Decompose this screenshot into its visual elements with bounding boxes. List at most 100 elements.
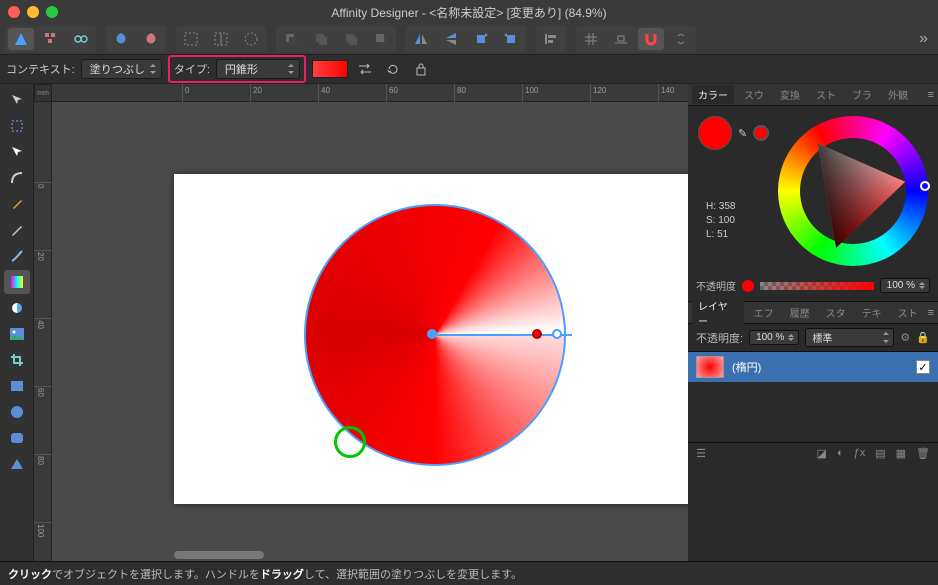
- view-option-3-icon[interactable]: [238, 28, 264, 50]
- aspect-lock-icon[interactable]: [410, 59, 432, 79]
- fx-icon[interactable]: ƒx: [854, 447, 866, 460]
- view-options-group: [176, 26, 266, 52]
- move-back-icon[interactable]: [278, 28, 304, 50]
- tab-stroke[interactable]: スト: [810, 85, 842, 104]
- fill-swatch[interactable]: [698, 116, 732, 150]
- gradient-center-grip[interactable]: [427, 329, 437, 339]
- persona-group: [6, 26, 96, 52]
- move-backward-icon[interactable]: [308, 28, 334, 50]
- layers-footer: ☰ ◪ ◐ ƒx ▤ ▦ 🗑: [688, 442, 938, 464]
- snap-dropdown-icon[interactable]: [668, 28, 694, 50]
- export-persona-icon[interactable]: [68, 28, 94, 50]
- color-wheel[interactable]: [778, 116, 928, 266]
- layers-stack-icon[interactable]: ☰: [696, 447, 706, 460]
- tab-stock[interactable]: スト: [892, 303, 924, 322]
- brush-tool[interactable]: [4, 244, 30, 268]
- toolbar-overflow-icon[interactable]: »: [919, 30, 928, 48]
- color-panel-body: ✎ H: 358 S: 100 L: 51: [688, 106, 938, 276]
- group-layer-icon[interactable]: ▦: [896, 447, 906, 460]
- trash-icon[interactable]: 🗑: [916, 447, 930, 460]
- tab-brush[interactable]: ブラ: [846, 85, 878, 104]
- tab-history[interactable]: 履歴: [784, 303, 816, 322]
- gradient-type-select[interactable]: 円錐形: [216, 59, 300, 79]
- align-icon[interactable]: [538, 28, 564, 50]
- layer-opacity-value[interactable]: 100 %: [749, 330, 799, 345]
- pencil-tool[interactable]: [4, 218, 30, 242]
- tab-styles[interactable]: スタ: [820, 303, 852, 322]
- add-layer-icon[interactable]: ▤: [875, 447, 885, 460]
- corner-tool[interactable]: [4, 166, 30, 190]
- transparency-tool[interactable]: [4, 296, 30, 320]
- triangle-tool[interactable]: [4, 452, 30, 476]
- tab-appearance[interactable]: 外観: [882, 85, 914, 104]
- lock-icon[interactable]: 🔒: [916, 331, 930, 344]
- blend-mode-select[interactable]: 標準: [805, 328, 894, 347]
- tab-color[interactable]: カラー: [692, 85, 734, 104]
- gradient-swatch[interactable]: [312, 60, 348, 78]
- layer-item[interactable]: (楕円) ✓: [688, 352, 938, 382]
- window-close-button[interactable]: [8, 6, 20, 18]
- move-front-icon[interactable]: [368, 28, 394, 50]
- ellipse-tool[interactable]: [4, 400, 30, 424]
- flip-horizontal-icon[interactable]: [408, 28, 434, 50]
- artboard-tool[interactable]: [4, 114, 30, 138]
- view-option-1-icon[interactable]: [178, 28, 204, 50]
- rotate-ccw-icon[interactable]: [468, 28, 494, 50]
- place-image-tool[interactable]: [4, 322, 30, 346]
- reverse-gradient-icon[interactable]: [354, 59, 376, 79]
- move-forward-icon[interactable]: [338, 28, 364, 50]
- ruler-unit: mm: [34, 84, 52, 102]
- window-minimize-button[interactable]: [27, 6, 39, 18]
- layer-thumbnail: [696, 356, 724, 378]
- tab-text[interactable]: テキ: [856, 303, 888, 322]
- eyedropper-icon[interactable]: ✎: [738, 127, 747, 140]
- pen-tool[interactable]: [4, 192, 30, 216]
- gear-icon[interactable]: ⚙: [900, 331, 910, 344]
- rounded-rect-tool[interactable]: [4, 426, 30, 450]
- opacity-slider[interactable]: [760, 282, 874, 290]
- node-tool[interactable]: [4, 140, 30, 164]
- main-area: mm: [0, 84, 938, 561]
- flip-vertical-icon[interactable]: [438, 28, 464, 50]
- opacity-value[interactable]: 100 %: [880, 278, 930, 293]
- snap-magnet-icon[interactable]: [638, 28, 664, 50]
- status-bar: クリックでオブジェクトを選択します。ハンドルをドラッグして、選択範囲の塗りつぶし…: [0, 561, 938, 585]
- baseline-icon[interactable]: [608, 28, 634, 50]
- view-option-2-icon[interactable]: [208, 28, 234, 50]
- tab-layers[interactable]: レイヤー: [692, 296, 744, 330]
- tab-transform[interactable]: 変換: [774, 85, 806, 104]
- rotate-gradient-icon[interactable]: [382, 59, 404, 79]
- window-zoom-button[interactable]: [46, 6, 58, 18]
- tab-effects[interactable]: エフ: [748, 303, 780, 322]
- rotate-cw-icon[interactable]: [498, 28, 524, 50]
- panel-menu-icon[interactable]: ≡: [928, 89, 934, 101]
- transform-group: [406, 26, 526, 52]
- move-tool[interactable]: [4, 88, 30, 112]
- designer-persona-icon[interactable]: [8, 28, 34, 50]
- revert-defaults-icon[interactable]: [138, 28, 164, 50]
- mask-icon[interactable]: ◪: [817, 447, 827, 460]
- rectangle-tool[interactable]: [4, 374, 30, 398]
- fill-mode-select[interactable]: 塗りつぶし: [81, 59, 162, 79]
- crop-tool[interactable]: [4, 348, 30, 372]
- align-group: [536, 26, 566, 52]
- synchronize-group: [106, 26, 166, 52]
- titlebar: Affinity Designer - <名称未設定> [変更あり] (84.9…: [0, 0, 938, 24]
- gradient-end-grip-2[interactable]: [552, 329, 562, 339]
- adjust-icon[interactable]: ◐: [837, 447, 844, 460]
- pixel-persona-icon[interactable]: [38, 28, 64, 50]
- horizontal-scrollbar[interactable]: [174, 551, 264, 559]
- synchronize-defaults-icon[interactable]: [108, 28, 134, 50]
- fill-tool[interactable]: [4, 270, 30, 294]
- canvas[interactable]: mm: [34, 84, 688, 561]
- gradient-handle-line[interactable]: [432, 334, 572, 336]
- layers-panel-menu-icon[interactable]: ≡: [928, 307, 934, 319]
- grid-icon[interactable]: [578, 28, 604, 50]
- secondary-swatch[interactable]: [753, 125, 769, 141]
- color-panel-tabs: カラー スウ 変換 スト ブラ 外観 ≡: [688, 84, 938, 106]
- rotation-handle[interactable]: [334, 426, 366, 458]
- gradient-end-grip-1[interactable]: [532, 329, 542, 339]
- arrange-group: [276, 26, 396, 52]
- layer-visible-checkbox[interactable]: ✓: [916, 360, 930, 374]
- tab-swatch[interactable]: スウ: [738, 85, 770, 104]
